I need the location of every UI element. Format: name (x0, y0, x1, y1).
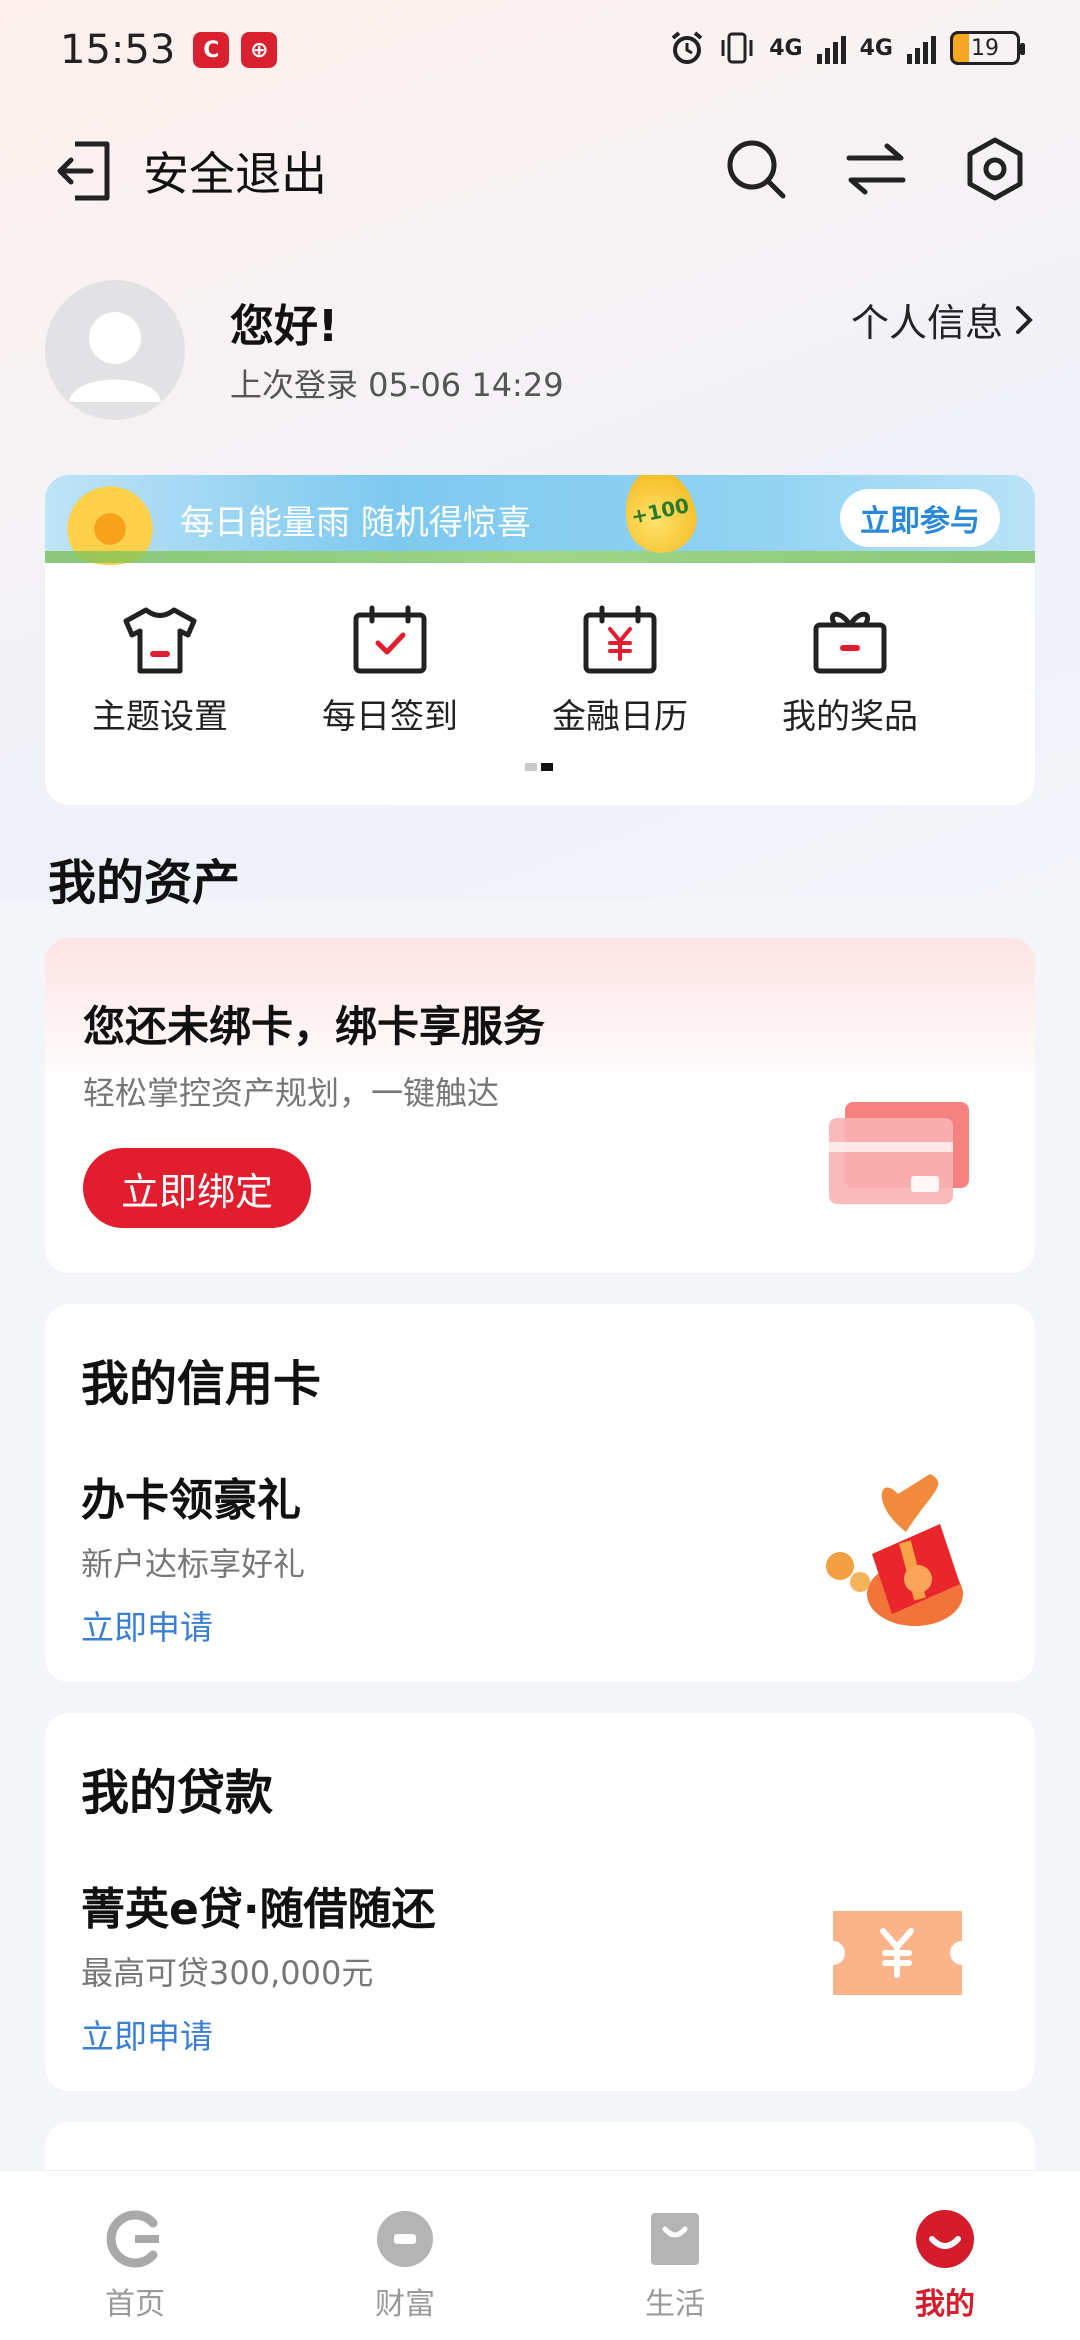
energy-rain-banner[interactable]: 每日能量雨 随机得惊喜 +100 立即参与 (45, 475, 1035, 565)
credit-offer-subtitle: 新户达标享好礼 (81, 1545, 306, 1583)
quick-action-checkin[interactable]: 每日签到 (275, 605, 505, 738)
tshirt-icon (123, 607, 197, 674)
credit-offer-title: 办卡领豪礼 (81, 1475, 301, 1526)
loan-apply-link[interactable]: 立即申请 (81, 2010, 213, 2058)
tab-life[interactable]: 生活 (540, 2171, 810, 2340)
quick-action-label: 主题设置 (92, 697, 228, 737)
tab-label: 首页 (105, 2287, 165, 2322)
vibrate-icon (721, 32, 753, 64)
credit-card-panel: 我的信用卡 办卡领豪礼 新户达标享好礼 立即申请 (45, 1304, 1035, 1682)
tab-wealth[interactable]: 财富 (270, 2171, 540, 2340)
bind-card-panel: 您还未绑卡，绑卡享服务 轻松掌控资产规划，一键触达 立即绑定 (45, 938, 1035, 1273)
signal-2-icon (907, 32, 936, 64)
promo-card: 每日能量雨 随机得惊喜 +100 立即参与 主题设置 每日签到 金融日历 我的奖… (45, 475, 1035, 805)
loan-heading: 我的贷款 (81, 1765, 274, 1821)
me-smile-icon (916, 2210, 974, 2268)
status-bar: 15:53 C ⊕ 4G 4G 19 (0, 0, 1080, 100)
loan-offer-title: 菁英e贷·随借随还 (81, 1884, 436, 1935)
avatar-placeholder-icon (69, 312, 161, 402)
bank-card-icon (829, 1102, 969, 1204)
quick-action-theme[interactable]: 主题设置 (45, 605, 275, 738)
assets-section-title: 我的资产 (48, 855, 241, 911)
battery-level: 19 (971, 35, 999, 61)
signal-1-icon (816, 32, 846, 64)
red-gift-icon (826, 1474, 963, 1626)
calendar-yuan-icon (583, 605, 657, 674)
bind-card-title: 您还未绑卡，绑卡享服务 (83, 1002, 546, 1051)
quick-action-finance-calendar[interactable]: 金融日历 (505, 605, 735, 738)
tab-home[interactable]: 首页 (0, 2171, 270, 2340)
wealth-icon (377, 2211, 433, 2267)
logout-label: 安全退出 (143, 147, 327, 201)
quick-action-prizes[interactable]: 我的奖品 (735, 605, 965, 738)
logout-icon (57, 141, 110, 201)
bank-notification-icon: ⊕ (241, 32, 278, 68)
page-dot-active (541, 763, 553, 771)
network-type-2: 4G (859, 35, 893, 61)
grass-decoration (45, 551, 1035, 563)
top-navigation: 安全退出 (0, 130, 1080, 210)
alarm-icon (671, 31, 703, 64)
calendar-check-icon (353, 605, 427, 674)
energy-drop-icon: +100 (617, 475, 703, 560)
battery-icon: 19 (950, 31, 1025, 65)
bind-card-subtitle: 轻松掌控资产规划，一键触达 (83, 1074, 500, 1112)
yuan-ticket-icon (833, 1911, 962, 1995)
energy-badge: +100 (628, 493, 692, 529)
quick-action-label: 我的奖品 (782, 697, 918, 737)
settings-icon[interactable] (962, 136, 1028, 202)
search-icon[interactable] (723, 136, 789, 202)
last-login-time: 上次登录 05-06 14:29 (230, 366, 564, 404)
logout-button[interactable]: 安全退出 (55, 138, 327, 204)
quick-action-label: 金融日历 (552, 697, 688, 737)
app-notification-icon: C (193, 32, 230, 68)
chevron-right-icon (1016, 305, 1033, 334)
tab-label: 我的 (915, 2287, 975, 2322)
loan-panel: 我的贷款 菁英e贷·随借随还 最高可贷300,000元 立即申请 (45, 1713, 1035, 2091)
gift-box-icon (813, 611, 887, 674)
credit-apply-link[interactable]: 立即申请 (81, 1601, 213, 1649)
banner-text: 每日能量雨 随机得惊喜 (180, 503, 531, 543)
credit-card-heading: 我的信用卡 (81, 1356, 322, 1412)
loan-offer-subtitle: 最高可贷300,000元 (81, 1954, 374, 1992)
greeting: 您好! (230, 301, 339, 352)
network-type-1: 4G (769, 35, 803, 61)
personal-info-link[interactable]: 个人信息 (851, 292, 1035, 347)
bottom-tab-bar: 首页 财富 生活 我的 (0, 2170, 1080, 2340)
life-bag-icon (651, 2213, 699, 2265)
profile-section: 您好! 上次登录 05-06 14:29 个人信息 (45, 280, 1035, 420)
tab-label: 生活 (645, 2287, 705, 2322)
personal-info-label: 个人信息 (850, 301, 1003, 345)
page-indicator (525, 763, 553, 771)
avatar[interactable] (45, 280, 185, 420)
page-dot (525, 763, 537, 771)
home-logo-icon (106, 2210, 159, 2268)
quick-actions: 主题设置 每日签到 金融日历 我的奖品 (45, 605, 1035, 738)
join-button[interactable]: 立即参与 (840, 489, 1000, 547)
tab-label: 财富 (375, 2287, 435, 2322)
switch-icon[interactable] (843, 136, 909, 202)
quick-action-label: 每日签到 (322, 697, 458, 737)
bind-now-button[interactable]: 立即绑定 (83, 1148, 311, 1228)
status-time: 15:53 (60, 27, 176, 73)
tab-me[interactable]: 我的 (810, 2171, 1080, 2340)
